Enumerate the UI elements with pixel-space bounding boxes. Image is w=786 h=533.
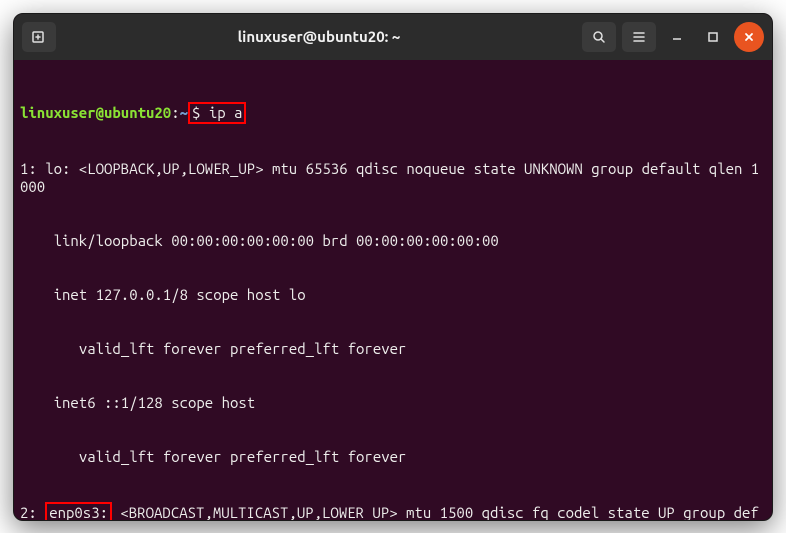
- search-button[interactable]: [582, 22, 616, 52]
- maximize-button[interactable]: [698, 22, 728, 52]
- interface-highlight: enp0s3:: [45, 502, 112, 520]
- prompt-line-1: linuxuser@ubuntu20:~$ ip a: [20, 102, 766, 124]
- prompt-user: linuxuser@ubuntu20: [20, 104, 171, 121]
- new-tab-button[interactable]: [22, 22, 56, 52]
- output-line: 1: lo: <LOOPBACK,UP,LOWER_UP> mtu 65536 …: [20, 160, 766, 196]
- minimize-button[interactable]: [662, 22, 692, 52]
- window-title: linuxuser@ubuntu20: ~: [62, 28, 576, 45]
- prompt-path: ~: [180, 104, 188, 121]
- output-line: link/loopback 00:00:00:00:00:00 brd 00:0…: [20, 232, 766, 250]
- terminal-body[interactable]: linuxuser@ubuntu20:~$ ip a 1: lo: <LOOPB…: [14, 60, 772, 520]
- menu-button[interactable]: [622, 22, 656, 52]
- output-line: valid_lft forever preferred_lft forever: [20, 340, 766, 358]
- output-line: inet 127.0.0.1/8 scope host lo: [20, 286, 766, 304]
- terminal-window: linuxuser@ubuntu20: ~ linuxuser@ubuntu20…: [13, 13, 773, 521]
- titlebar: linuxuser@ubuntu20: ~: [14, 14, 772, 60]
- close-button[interactable]: [734, 22, 764, 52]
- command-text: ip a: [209, 104, 243, 121]
- output-line: inet6 ::1/128 scope host: [20, 394, 766, 412]
- output-line: valid_lft forever preferred_lft forever: [20, 448, 766, 466]
- output-line: 2: enp0s3: <BROADCAST,MULTICAST,UP,LOWER…: [20, 502, 766, 520]
- command-highlight: $ ip a: [188, 102, 246, 124]
